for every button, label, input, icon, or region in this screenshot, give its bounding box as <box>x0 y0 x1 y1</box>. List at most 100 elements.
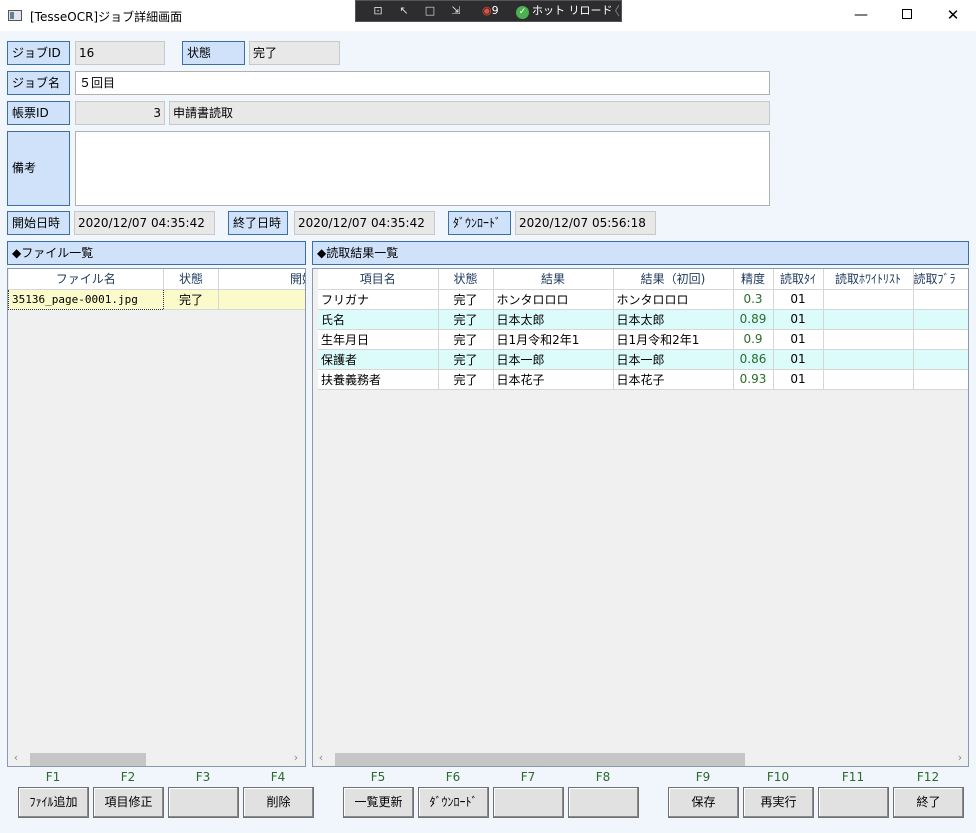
whitelist-cell[interactable] <box>823 349 914 370</box>
f7-button[interactable] <box>493 787 564 818</box>
binding-failures-counter[interactable]: ◉9 <box>482 4 499 18</box>
read-type-cell[interactable]: 01 <box>773 369 824 390</box>
read-type-cell[interactable]: 01 <box>773 309 824 330</box>
track-focus-icon[interactable]: ⇲ <box>448 4 464 18</box>
f6-key-label: F6 <box>445 770 461 784</box>
download-button[interactable]: ﾀﾞｳﾝﾛｰﾄﾞ <box>418 787 489 818</box>
select-element-icon[interactable]: ↖ <box>396 4 412 18</box>
file-start-cell[interactable] <box>218 289 305 310</box>
minimize-button[interactable]: — <box>838 0 884 31</box>
blacklist-column-header[interactable]: 読取ﾌﾞﾗ <box>913 269 968 290</box>
table-row[interactable]: 扶養義務者 完了 日本花子 日本花子 0.93 01 <box>318 369 968 390</box>
whitelist-cell[interactable] <box>823 309 914 330</box>
job-name-label: ジョブ名 <box>7 71 70 95</box>
blacklist-cell[interactable] <box>913 309 968 330</box>
scroll-left-icon[interactable]: ‹ <box>10 751 22 764</box>
refresh-list-button[interactable]: 一覧更新 <box>343 787 414 818</box>
file-list-hscrollbar[interactable]: ‹ › <box>8 749 305 766</box>
item-name-cell[interactable]: 扶養義務者 <box>318 369 439 390</box>
result-cell[interactable]: ホンタロロロ <box>493 289 614 310</box>
item-name-cell[interactable]: 氏名 <box>318 309 439 330</box>
display-adorners-icon[interactable]: □ <box>422 4 438 18</box>
first-result-cell[interactable]: 日1月令和2年1 <box>613 329 734 350</box>
whitelist-cell[interactable] <box>823 329 914 350</box>
blacklist-cell[interactable] <box>913 349 968 370</box>
file-status-cell[interactable]: 完了 <box>163 289 219 310</box>
result-column-header[interactable]: 結果 <box>493 269 614 290</box>
accuracy-cell[interactable]: 0.3 <box>733 289 774 310</box>
result-status-cell[interactable]: 完了 <box>438 329 494 350</box>
result-status-cell[interactable]: 完了 <box>438 309 494 330</box>
f11-button[interactable] <box>818 787 889 818</box>
item-name-cell[interactable]: 生年月日 <box>318 329 439 350</box>
add-file-button[interactable]: ﾌｧｲﾙ追加 <box>18 787 89 818</box>
item-name-cell[interactable]: フリガナ <box>318 289 439 310</box>
item-name-cell[interactable]: 保護者 <box>318 349 439 370</box>
read-type-cell[interactable]: 01 <box>773 289 824 310</box>
remarks-textarea[interactable] <box>75 131 770 206</box>
file-name-column-header[interactable]: ファイル名 <box>8 269 164 290</box>
job-name-input[interactable]: ５回目 <box>75 71 770 95</box>
whitelist-cell[interactable] <box>823 369 914 390</box>
table-row[interactable]: 35136_page-0001.jpg 完了 <box>8 288 305 310</box>
file-status-column-header[interactable]: 状態 <box>163 269 219 290</box>
accuracy-cell[interactable]: 0.93 <box>733 369 774 390</box>
f4-key-label: F4 <box>270 770 286 784</box>
scroll-thumb[interactable] <box>335 753 745 766</box>
whitelist-cell[interactable] <box>823 289 914 310</box>
close-button[interactable]: ✕ <box>930 0 976 31</box>
job-id-field: 16 <box>75 41 165 65</box>
table-row[interactable]: 生年月日 完了 日1月令和2年1 日1月令和2年1 0.9 01 <box>318 329 968 350</box>
accuracy-cell[interactable]: 0.86 <box>733 349 774 370</box>
blacklist-cell[interactable] <box>913 329 968 350</box>
result-status-column-header[interactable]: 状態 <box>438 269 494 290</box>
live-visual-tree-icon[interactable]: ⊡ <box>370 4 386 18</box>
read-type-cell[interactable]: 01 <box>773 329 824 350</box>
blacklist-cell[interactable] <box>913 369 968 390</box>
results-hscrollbar[interactable]: ‹ › <box>313 749 968 766</box>
read-type-cell[interactable]: 01 <box>773 349 824 370</box>
item-name-column-header[interactable]: 項目名 <box>318 269 439 290</box>
first-result-cell[interactable]: 日本一郎 <box>613 349 734 370</box>
scroll-right-icon[interactable]: › <box>954 751 966 764</box>
first-result-cell[interactable]: 日本太郎 <box>613 309 734 330</box>
maximize-button[interactable] <box>884 0 930 31</box>
scroll-thumb[interactable] <box>30 753 146 766</box>
f3-button[interactable] <box>168 787 239 818</box>
whitelist-column-header[interactable]: 読取ﾎﾜｲﾄﾘｽﾄ <box>823 269 914 290</box>
hot-reload-status[interactable]: ✓ ホット リロード <box>516 4 613 19</box>
accuracy-column-header[interactable]: 精度 <box>733 269 774 290</box>
file-start-column-header[interactable]: 開始日時 <box>218 269 305 290</box>
accuracy-cell[interactable]: 0.9 <box>733 329 774 350</box>
result-cell[interactable]: 日1月令和2年1 <box>493 329 614 350</box>
read-type-column-header[interactable]: 読取ﾀｲ <box>773 269 824 290</box>
f3-key-label: F3 <box>195 770 211 784</box>
file-name-cell[interactable]: 35136_page-0001.jpg <box>8 288 164 310</box>
scroll-left-icon[interactable]: ‹ <box>315 751 327 764</box>
form-name-field: 申請書読取 <box>169 101 770 125</box>
result-status-cell[interactable]: 完了 <box>438 369 494 390</box>
first-result-cell[interactable]: 日本花子 <box>613 369 734 390</box>
edit-item-button[interactable]: 項目修正 <box>93 787 164 818</box>
result-cell[interactable]: 日本太郎 <box>493 309 614 330</box>
result-cell[interactable]: 日本一郎 <box>493 349 614 370</box>
f8-button[interactable] <box>568 787 639 818</box>
result-status-cell[interactable]: 完了 <box>438 349 494 370</box>
blacklist-cell[interactable] <box>913 289 968 310</box>
result-cell[interactable]: 日本花子 <box>493 369 614 390</box>
f12-key-label: F12 <box>916 770 940 784</box>
first-result-column-header[interactable]: 結果（初回) <box>613 269 734 290</box>
table-row[interactable]: 保護者 完了 日本一郎 日本一郎 0.86 01 <box>318 349 968 370</box>
table-row[interactable]: フリガナ 完了 ホンタロロロ ホンタロロロ 0.3 01 <box>318 289 968 310</box>
accuracy-cell[interactable]: 0.89 <box>733 309 774 330</box>
f9-key-label: F9 <box>695 770 711 784</box>
first-result-cell[interactable]: ホンタロロロ <box>613 289 734 310</box>
scroll-right-icon[interactable]: › <box>290 751 302 764</box>
result-status-cell[interactable]: 完了 <box>438 289 494 310</box>
save-button[interactable]: 保存 <box>668 787 739 818</box>
delete-button[interactable]: 削除 <box>243 787 314 818</box>
exit-button[interactable]: 終了 <box>893 787 964 818</box>
collapse-toolbar-icon[interactable]: 〈 <box>608 4 620 18</box>
rerun-button[interactable]: 再実行 <box>743 787 814 818</box>
table-row[interactable]: 氏名 完了 日本太郎 日本太郎 0.89 01 <box>318 309 968 330</box>
